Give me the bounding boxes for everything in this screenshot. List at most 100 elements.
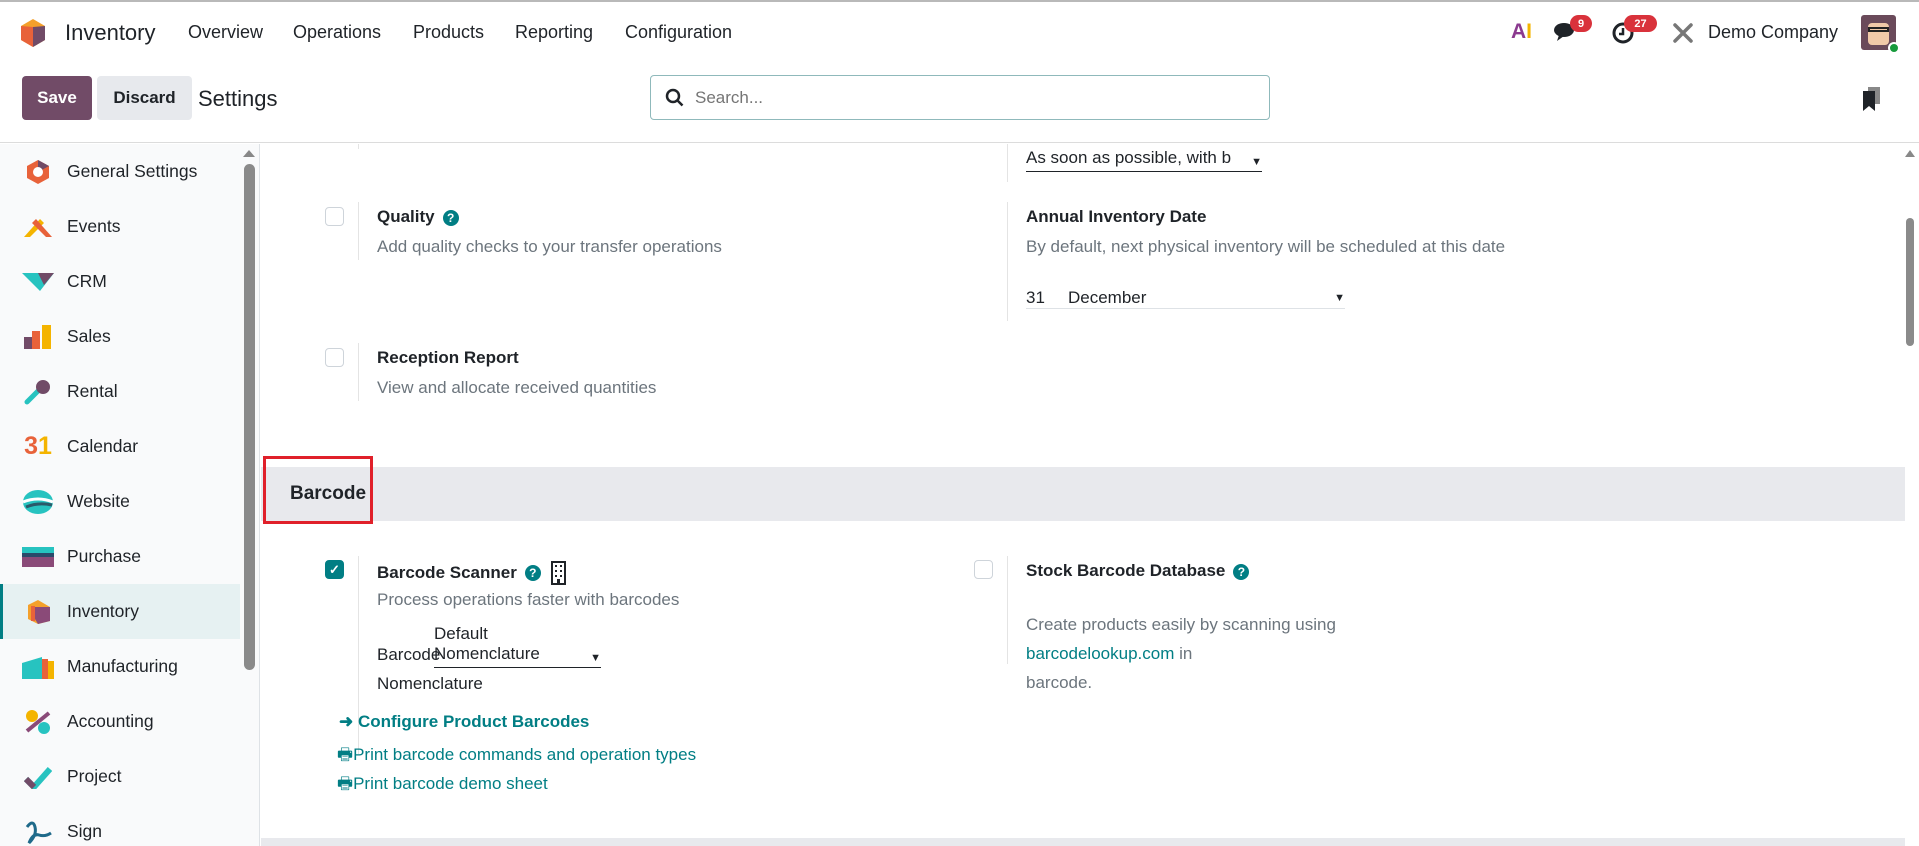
search-bar[interactable] (650, 75, 1270, 120)
menu-operations[interactable]: Operations (293, 22, 381, 43)
select-value: Default Nomenclature (434, 624, 540, 663)
messages-badge: 9 (1570, 15, 1592, 32)
arrow-right-icon: ➜ (339, 712, 358, 731)
sidebar-item-label: General Settings (67, 161, 198, 181)
sidebar-scroll-up-icon[interactable] (243, 150, 255, 157)
settings-sidebar: General Settings Events CRM Sales Rental… (0, 144, 260, 846)
barcode-nomenclature-select[interactable]: Default Nomenclature ▼ (434, 624, 601, 668)
company-building-icon (550, 561, 566, 585)
sidebar-item-project[interactable]: Project (0, 749, 240, 804)
search-input[interactable] (695, 87, 1235, 108)
reception-report-title: Reception Report (377, 348, 519, 367)
quality-title: Quality? (377, 207, 459, 227)
online-status-icon (1888, 42, 1900, 54)
shipping-policy-select[interactable]: As soon as possible, with b ▼ (1026, 148, 1262, 172)
bookmark-icon[interactable] (1862, 87, 1882, 118)
divider (358, 202, 359, 260)
crm-icon (22, 269, 54, 295)
next-section-header (261, 838, 1905, 846)
divider (1007, 144, 1008, 182)
quality-desc: Add quality checks to your transfer oper… (377, 237, 722, 256)
sidebar-item-purchase[interactable]: Purchase (0, 529, 240, 584)
date-underline (1026, 308, 1345, 309)
printer-icon: 🖶 (337, 774, 354, 793)
menu-overview[interactable]: Overview (188, 22, 263, 43)
printer-icon: 🖶 (337, 745, 354, 764)
activities-badge: 27 (1624, 15, 1657, 32)
sidebar-item-crm[interactable]: CRM (0, 254, 240, 309)
divider (1007, 556, 1008, 664)
sidebar-item-label: Project (67, 766, 122, 786)
sidebar-item-accounting[interactable]: Accounting (0, 694, 240, 749)
sidebar-item-label: Sign (67, 821, 103, 841)
help-icon[interactable]: ? (1233, 563, 1250, 580)
print-demo-sheet-link[interactable]: 🖶Print barcode demo sheet (337, 771, 548, 800)
barcode-scanner-desc: Process operations faster with barcodes (377, 590, 680, 609)
quality-checkbox[interactable] (325, 207, 344, 226)
sidebar-item-inventory[interactable]: Inventory (0, 584, 240, 639)
caret-down-icon: ▼ (1251, 156, 1262, 168)
sidebar-item-label: Accounting (67, 711, 154, 731)
configure-product-barcodes-link[interactable]: ➜ Configure Product Barcodes (339, 712, 589, 732)
menu-reporting[interactable]: Reporting (515, 22, 593, 43)
user-avatar[interactable] (1861, 15, 1900, 54)
divider (358, 144, 359, 149)
reception-report-desc: View and allocate received quantities (377, 378, 657, 397)
menu-configuration[interactable]: Configuration (625, 22, 732, 43)
main-scroll-up-icon[interactable] (1905, 150, 1915, 157)
sidebar-item-calendar[interactable]: 3 1 Calendar (0, 419, 240, 474)
barcode-scanner-title: Barcode Scanner? (377, 561, 566, 585)
company-switcher[interactable]: Demo Company (1708, 22, 1838, 43)
purchase-icon (22, 544, 54, 570)
rental-icon (22, 379, 54, 405)
website-icon (22, 489, 54, 515)
events-icon (22, 214, 54, 240)
annual-day-input[interactable]: 31 (1026, 288, 1045, 308)
help-icon[interactable]: ? (442, 209, 459, 226)
project-icon (22, 764, 54, 790)
inventory-app-icon[interactable] (20, 18, 46, 53)
discard-button[interactable]: Discard (97, 76, 192, 120)
sidebar-item-general-settings[interactable]: General Settings (0, 144, 240, 199)
sidebar-item-sign[interactable]: Sign (0, 804, 240, 846)
sidebar-item-rental[interactable]: Rental (0, 364, 240, 419)
select-value: December (1068, 288, 1147, 307)
annual-month-select[interactable]: December ▼ (1068, 288, 1345, 308)
select-value: As soon as possible, with b (1026, 148, 1232, 167)
reception-report-checkbox[interactable] (325, 348, 344, 367)
debug-tools-icon[interactable] (1672, 22, 1694, 49)
inventory-icon (22, 599, 54, 625)
print-commands-link[interactable]: 🖶Print barcode commands and operation ty… (337, 742, 696, 771)
barcodelookup-link[interactable]: barcodelookup.com (1026, 644, 1174, 663)
sidebar-scrollbar[interactable] (244, 164, 255, 670)
sidebar-item-website[interactable]: Website (0, 474, 240, 529)
save-button[interactable]: Save (22, 76, 92, 120)
app-name[interactable]: Inventory (65, 20, 156, 46)
help-icon[interactable]: ? (524, 565, 541, 581)
stock-barcode-database-title: Stock Barcode Database? (1026, 561, 1250, 581)
divider (1007, 202, 1008, 321)
section-title-barcode: Barcode (290, 483, 367, 504)
sidebar-item-events[interactable]: Events (0, 199, 240, 254)
sidebar-item-label: Manufacturing (67, 656, 178, 676)
sidebar-item-label: Website (67, 491, 130, 511)
sidebar-item-label: Calendar (67, 436, 139, 456)
barcode-section-header (261, 467, 1905, 521)
sidebar-item-label: Sales (67, 326, 111, 346)
sidebar-item-manufacturing[interactable]: Manufacturing (0, 639, 240, 694)
main-scrollbar[interactable] (1906, 218, 1914, 346)
search-icon (665, 88, 684, 106)
stock-barcode-database-checkbox[interactable] (974, 560, 993, 579)
menu-products[interactable]: Products (413, 22, 484, 43)
sidebar-item-label: Inventory (67, 601, 139, 621)
sidebar-item-sales[interactable]: Sales (0, 309, 240, 364)
sidebar-item-label: Events (67, 216, 121, 236)
sidebar-item-label: CRM (67, 271, 107, 291)
sign-icon (22, 819, 54, 845)
annual-inventory-title: Annual Inventory Date (1026, 207, 1207, 226)
accounting-icon (22, 709, 54, 735)
calendar-icon: 31 (24, 432, 52, 460)
general-settings-icon (22, 159, 54, 185)
ai-icon[interactable]: AI (1511, 20, 1532, 44)
barcode-scanner-checkbox[interactable]: ✓ (325, 560, 344, 579)
